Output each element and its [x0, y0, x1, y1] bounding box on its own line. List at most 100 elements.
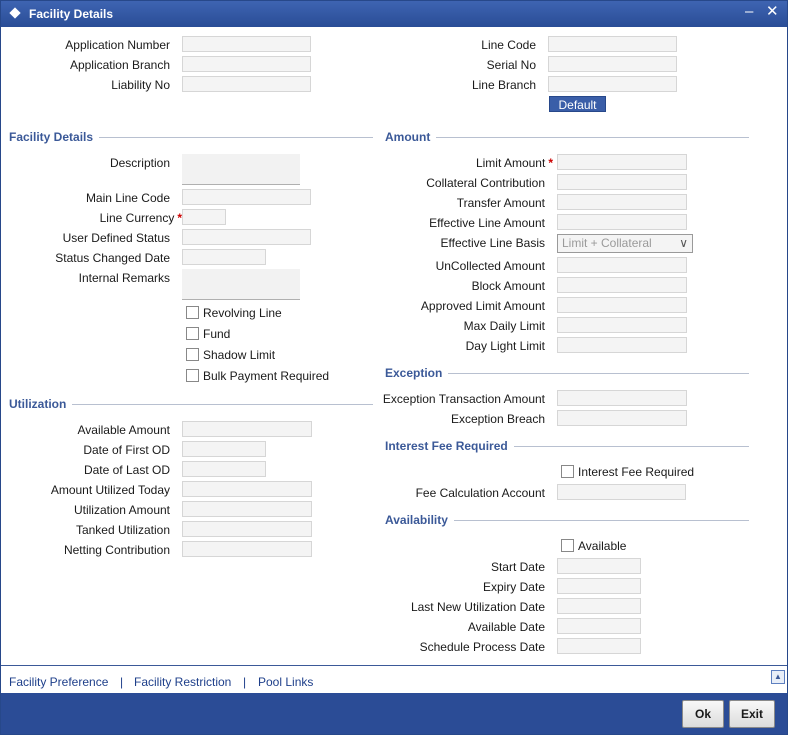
- application-branch-label: Application Branch: [69, 58, 170, 72]
- available-date-field[interactable]: [557, 618, 641, 634]
- internal-remarks-label: Internal Remarks: [78, 271, 170, 285]
- window-title: Facility Details: [29, 7, 114, 21]
- exception-transaction-amount-field[interactable]: [557, 390, 687, 406]
- title-bar: Facility Details ‒ ✕: [1, 1, 787, 27]
- chevron-down-icon: ∨: [679, 236, 688, 250]
- scroll-up-icon[interactable]: ▲: [771, 670, 785, 684]
- diamond-icon: [9, 7, 21, 19]
- availability-heading: Availability: [385, 513, 454, 527]
- close-icon[interactable]: ✕: [766, 4, 779, 20]
- user-defined-status-label: User Defined Status: [62, 231, 170, 245]
- day-light-limit-label: Day Light Limit: [465, 339, 545, 353]
- exception-section: Exception: [385, 366, 749, 382]
- max-daily-limit-field[interactable]: [557, 317, 687, 333]
- exit-button[interactable]: Exit: [729, 700, 775, 728]
- amount-utilized-today-label: Amount Utilized Today: [50, 483, 170, 497]
- description-label: Description: [109, 156, 170, 170]
- schedule-process-date-label: Schedule Process Date: [419, 640, 545, 654]
- schedule-process-date-field[interactable]: [557, 638, 641, 654]
- pool-links-link[interactable]: Pool Links: [258, 675, 313, 689]
- available-checkbox[interactable]: Available: [561, 539, 626, 554]
- interest-fee-section: Interest Fee Required: [385, 439, 749, 455]
- fee-calculation-account-field[interactable]: [557, 484, 686, 500]
- effective-line-amount-field[interactable]: [557, 214, 687, 230]
- date-last-od-label: Date of Last OD: [83, 463, 170, 477]
- internal-remarks-field[interactable]: [182, 269, 300, 300]
- fund-checkbox[interactable]: Fund: [186, 327, 230, 342]
- uncollected-amount-field[interactable]: [557, 257, 687, 273]
- shadow-limit-checkbox[interactable]: Shadow Limit: [186, 348, 275, 363]
- amount-section: Amount: [385, 130, 749, 146]
- link-separator: |: [120, 675, 124, 689]
- application-number-field[interactable]: [182, 36, 311, 52]
- netting-contribution-label: Netting Contribution: [63, 543, 170, 557]
- user-defined-status-field[interactable]: [182, 229, 311, 245]
- utilization-amount-field[interactable]: [182, 501, 312, 517]
- utilization-heading: Utilization: [9, 397, 73, 411]
- block-amount-field[interactable]: [557, 277, 687, 293]
- collateral-contribution-label: Collateral Contribution: [426, 176, 545, 190]
- facility-details-heading: Facility Details: [9, 130, 100, 144]
- expiry-date-field[interactable]: [557, 578, 641, 594]
- serial-no-label: Serial No: [486, 58, 536, 72]
- line-currency-label: Line Currency *: [99, 211, 182, 225]
- date-first-od-field[interactable]: [182, 441, 266, 457]
- effective-line-basis-select[interactable]: Limit + Collateral ∨: [557, 234, 693, 253]
- collateral-contribution-field[interactable]: [557, 174, 687, 190]
- exception-transaction-amount-label: Exception Transaction Amount: [382, 392, 545, 406]
- netting-contribution-field[interactable]: [182, 541, 312, 557]
- start-date-label: Start Date: [490, 560, 545, 574]
- fee-calculation-account-label: Fee Calculation Account: [415, 486, 545, 500]
- line-currency-field[interactable]: [182, 209, 226, 225]
- approved-limit-amount-label: Approved Limit Amount: [420, 299, 545, 313]
- tanked-utilization-field[interactable]: [182, 521, 312, 537]
- limit-amount-field[interactable]: [557, 154, 687, 170]
- status-changed-date-label: Status Changed Date: [55, 251, 170, 265]
- application-branch-field[interactable]: [182, 56, 311, 72]
- facility-restriction-link[interactable]: Facility Restriction: [134, 675, 231, 689]
- facility-details-window: Facility Details ‒ ✕ Application Number …: [0, 0, 788, 735]
- transfer-amount-label: Transfer Amount: [456, 196, 545, 210]
- start-date-field[interactable]: [557, 558, 641, 574]
- facility-details-section: Facility Details: [9, 130, 373, 146]
- serial-no-field[interactable]: [548, 56, 677, 72]
- liability-no-field[interactable]: [182, 76, 311, 92]
- interest-fee-heading: Interest Fee Required: [385, 439, 514, 453]
- approved-limit-amount-field[interactable]: [557, 297, 687, 313]
- facility-preference-link[interactable]: Facility Preference: [9, 675, 108, 689]
- status-changed-date-field[interactable]: [182, 249, 266, 265]
- description-field[interactable]: [182, 154, 300, 185]
- date-last-od-field[interactable]: [182, 461, 266, 477]
- interest-fee-required-checkbox[interactable]: Interest Fee Required: [561, 465, 694, 480]
- minimize-icon[interactable]: ‒: [745, 4, 753, 20]
- transfer-amount-field[interactable]: [557, 194, 687, 210]
- line-branch-label: Line Branch: [471, 78, 536, 92]
- line-branch-field[interactable]: [548, 76, 677, 92]
- expiry-date-label: Expiry Date: [482, 580, 545, 594]
- exception-breach-label: Exception Breach: [450, 412, 545, 426]
- line-code-label: Line Code: [481, 38, 536, 52]
- amount-utilized-today-field[interactable]: [182, 481, 312, 497]
- required-marker: *: [548, 156, 553, 170]
- liability-no-label: Liability No: [111, 78, 170, 92]
- uncollected-amount-label: UnCollected Amount: [435, 259, 545, 273]
- links-bar: Facility Preference | Facility Restricti…: [1, 665, 787, 694]
- available-date-label: Available Date: [467, 620, 545, 634]
- tanked-utilization-label: Tanked Utilization: [75, 523, 170, 537]
- main-line-code-field[interactable]: [182, 189, 311, 205]
- effective-line-basis-label: Effective Line Basis: [440, 236, 545, 250]
- day-light-limit-field[interactable]: [557, 337, 687, 353]
- bulk-payment-required-checkbox[interactable]: Bulk Payment Required: [186, 369, 329, 384]
- footer-bar: Ok Exit: [1, 693, 787, 734]
- last-new-utilization-date-field[interactable]: [557, 598, 641, 614]
- date-first-od-label: Date of First OD: [83, 443, 170, 457]
- effective-line-amount-label: Effective Line Amount: [429, 216, 545, 230]
- available-amount-field[interactable]: [182, 421, 312, 437]
- exception-breach-field[interactable]: [557, 410, 687, 426]
- ok-button[interactable]: Ok: [682, 700, 724, 728]
- main-line-code-label: Main Line Code: [85, 191, 170, 205]
- available-amount-label: Available Amount: [77, 423, 170, 437]
- line-code-field[interactable]: [548, 36, 677, 52]
- default-button[interactable]: Default: [549, 96, 606, 112]
- revolving-line-checkbox[interactable]: Revolving Line: [186, 306, 282, 321]
